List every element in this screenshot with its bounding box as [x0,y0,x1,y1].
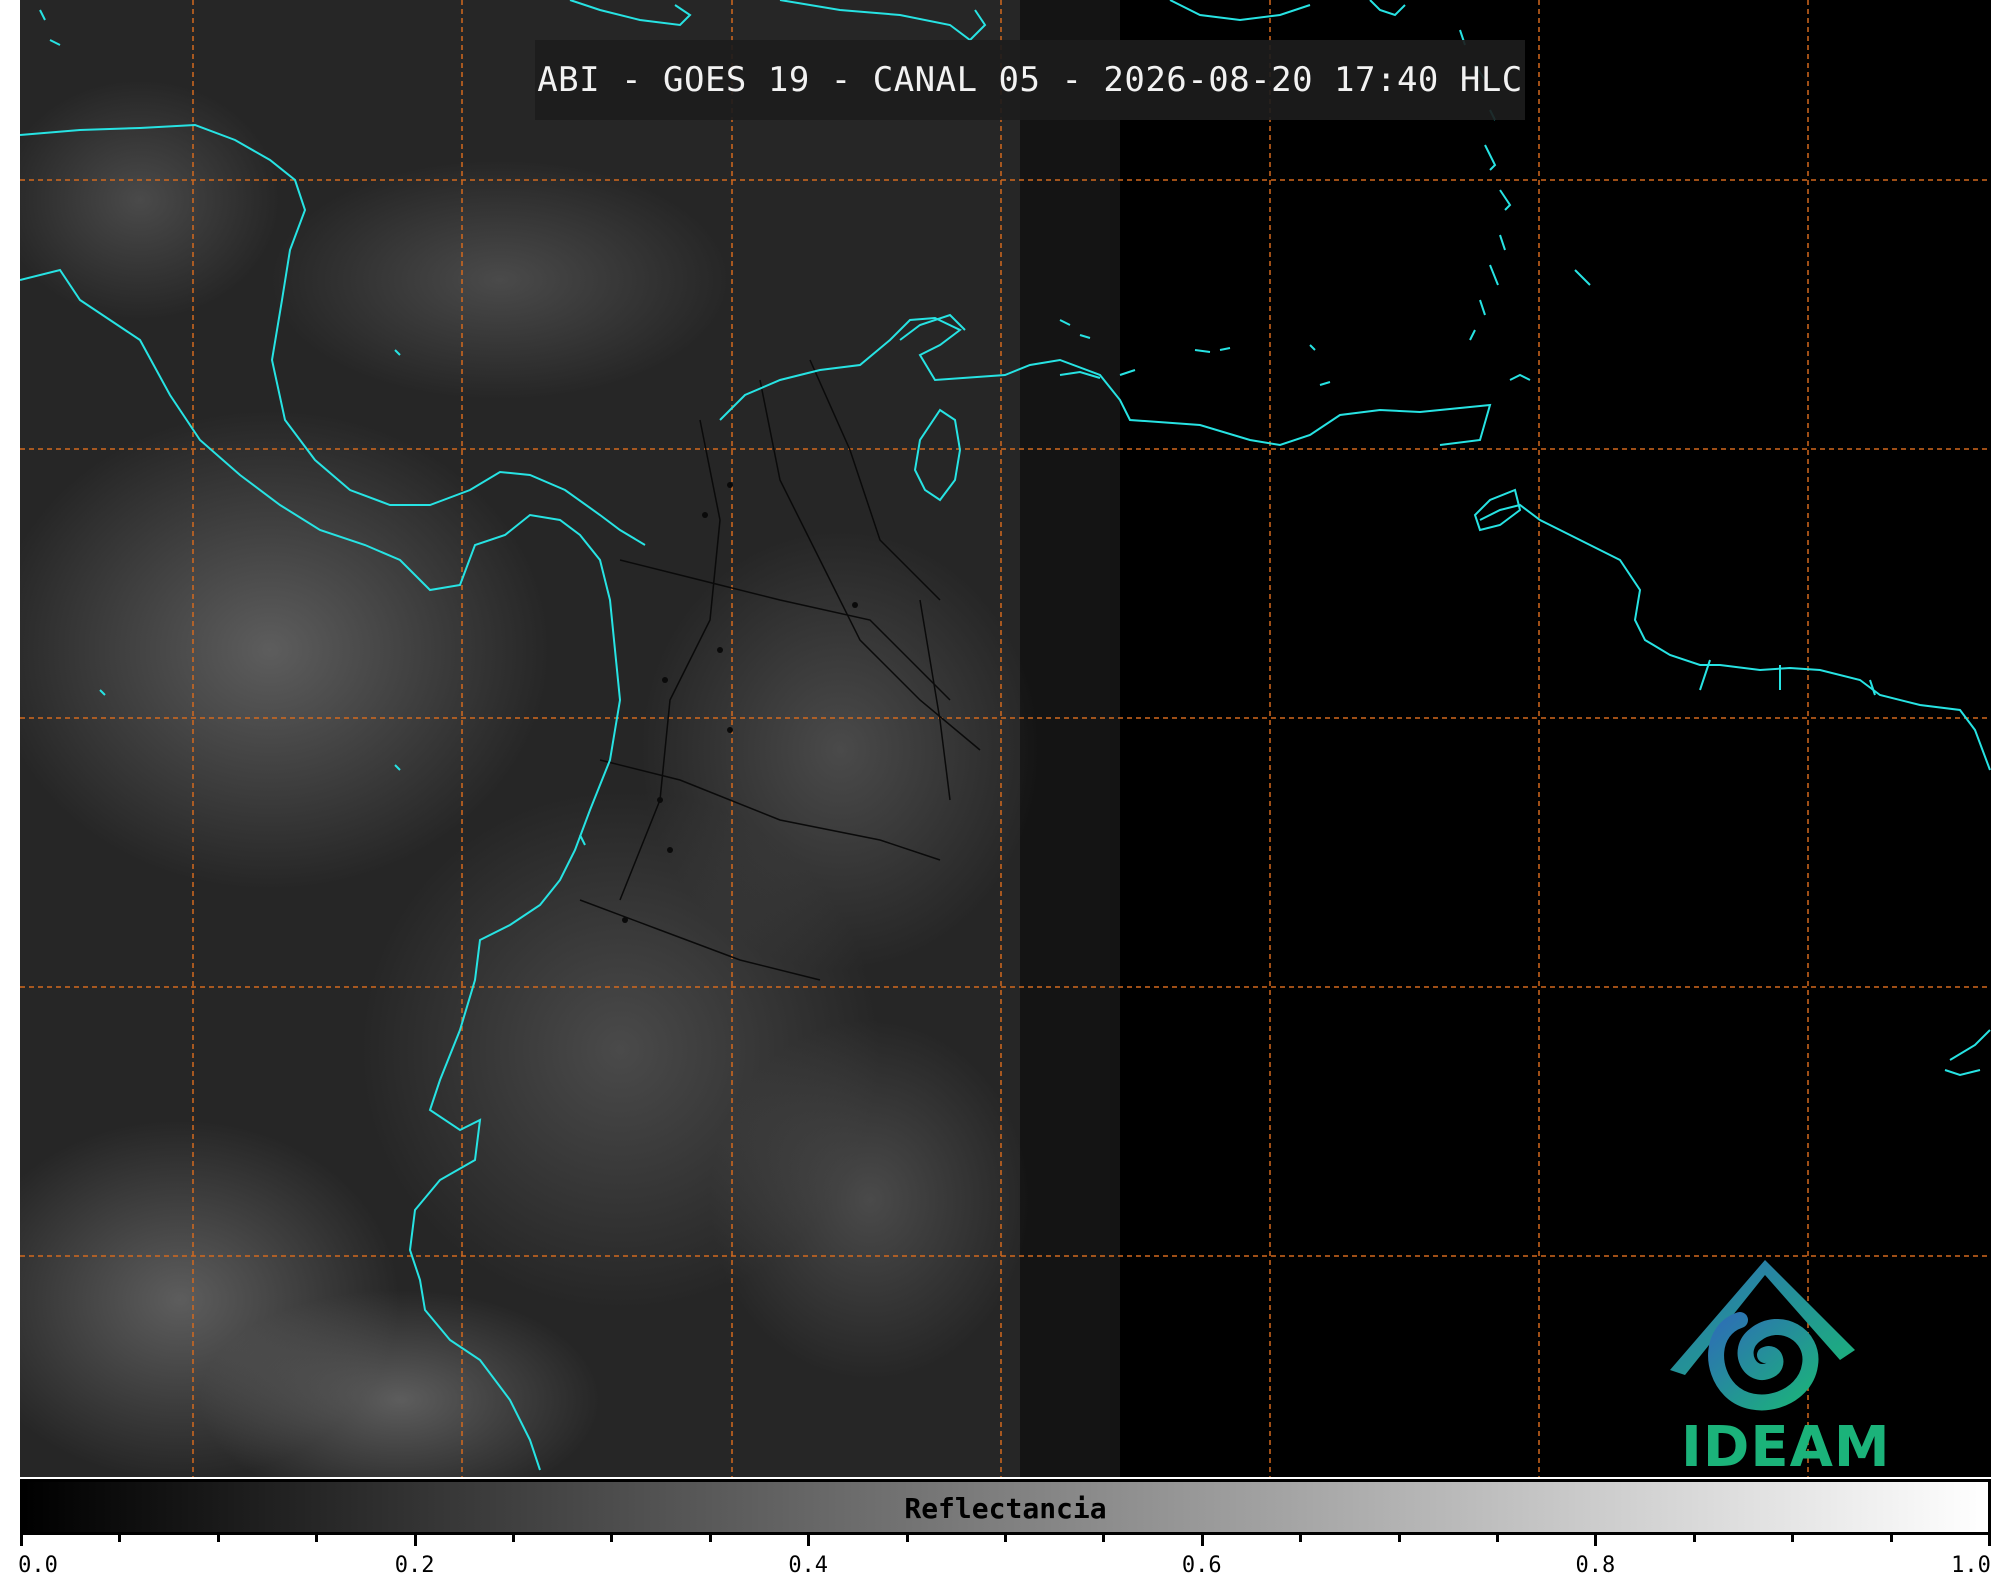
colorbar-major-tick [1594,1533,1598,1546]
colorbar-minor-tick [1299,1533,1303,1542]
colorbar-tick-label: 0.4 [788,1553,829,1578]
colorbar-major-tick [1988,1533,1991,1546]
colorbar-minor-tick [1791,1533,1795,1542]
colorbar: Reflectancia [20,1479,1991,1535]
colorbar-tick-label: 0.6 [1181,1553,1222,1578]
colorbar-major-tick [1200,1533,1204,1546]
colorbar-minor-tick [1496,1533,1499,1542]
logo-text: IDEAM [1681,1415,1891,1480]
colorbar-tick-label: 1.0 [1951,1553,1991,1578]
colorbar-minor-tick [1397,1533,1401,1542]
colorbar-tick-label: 0.2 [394,1553,435,1578]
colorbar-minor-tick [1004,1533,1007,1542]
colorbar-major-tick [413,1533,417,1546]
colorbar-minor-tick [315,1533,319,1542]
colorbar-minor-tick [905,1533,909,1542]
colorbar-tick-label: 0.8 [1575,1553,1616,1578]
map-title: ABI - GOES 19 - CANAL 05 - 2026-08-20 17… [535,40,1525,120]
colorbar-label: Reflectancia [904,1492,1107,1525]
colorbar-minor-tick [216,1533,220,1542]
colorbar-major-tick [20,1533,23,1546]
colorbar-minor-tick [610,1533,614,1542]
colorbar-minor-tick [512,1533,515,1542]
colorbar-major-tick [807,1533,811,1546]
colorbar-minor-tick [118,1533,122,1542]
colorbar-minor-tick [1692,1533,1696,1542]
colorbar-tick-label: 0.0 [18,1553,58,1578]
colorbar-minor-tick [708,1533,712,1542]
colorbar-minor-tick [1889,1533,1893,1542]
colorbar-ticks: 0.0 0.2 0.4 0.6 0.8 1.0 [18,1533,1991,1578]
colorbar-minor-tick [1102,1533,1106,1542]
